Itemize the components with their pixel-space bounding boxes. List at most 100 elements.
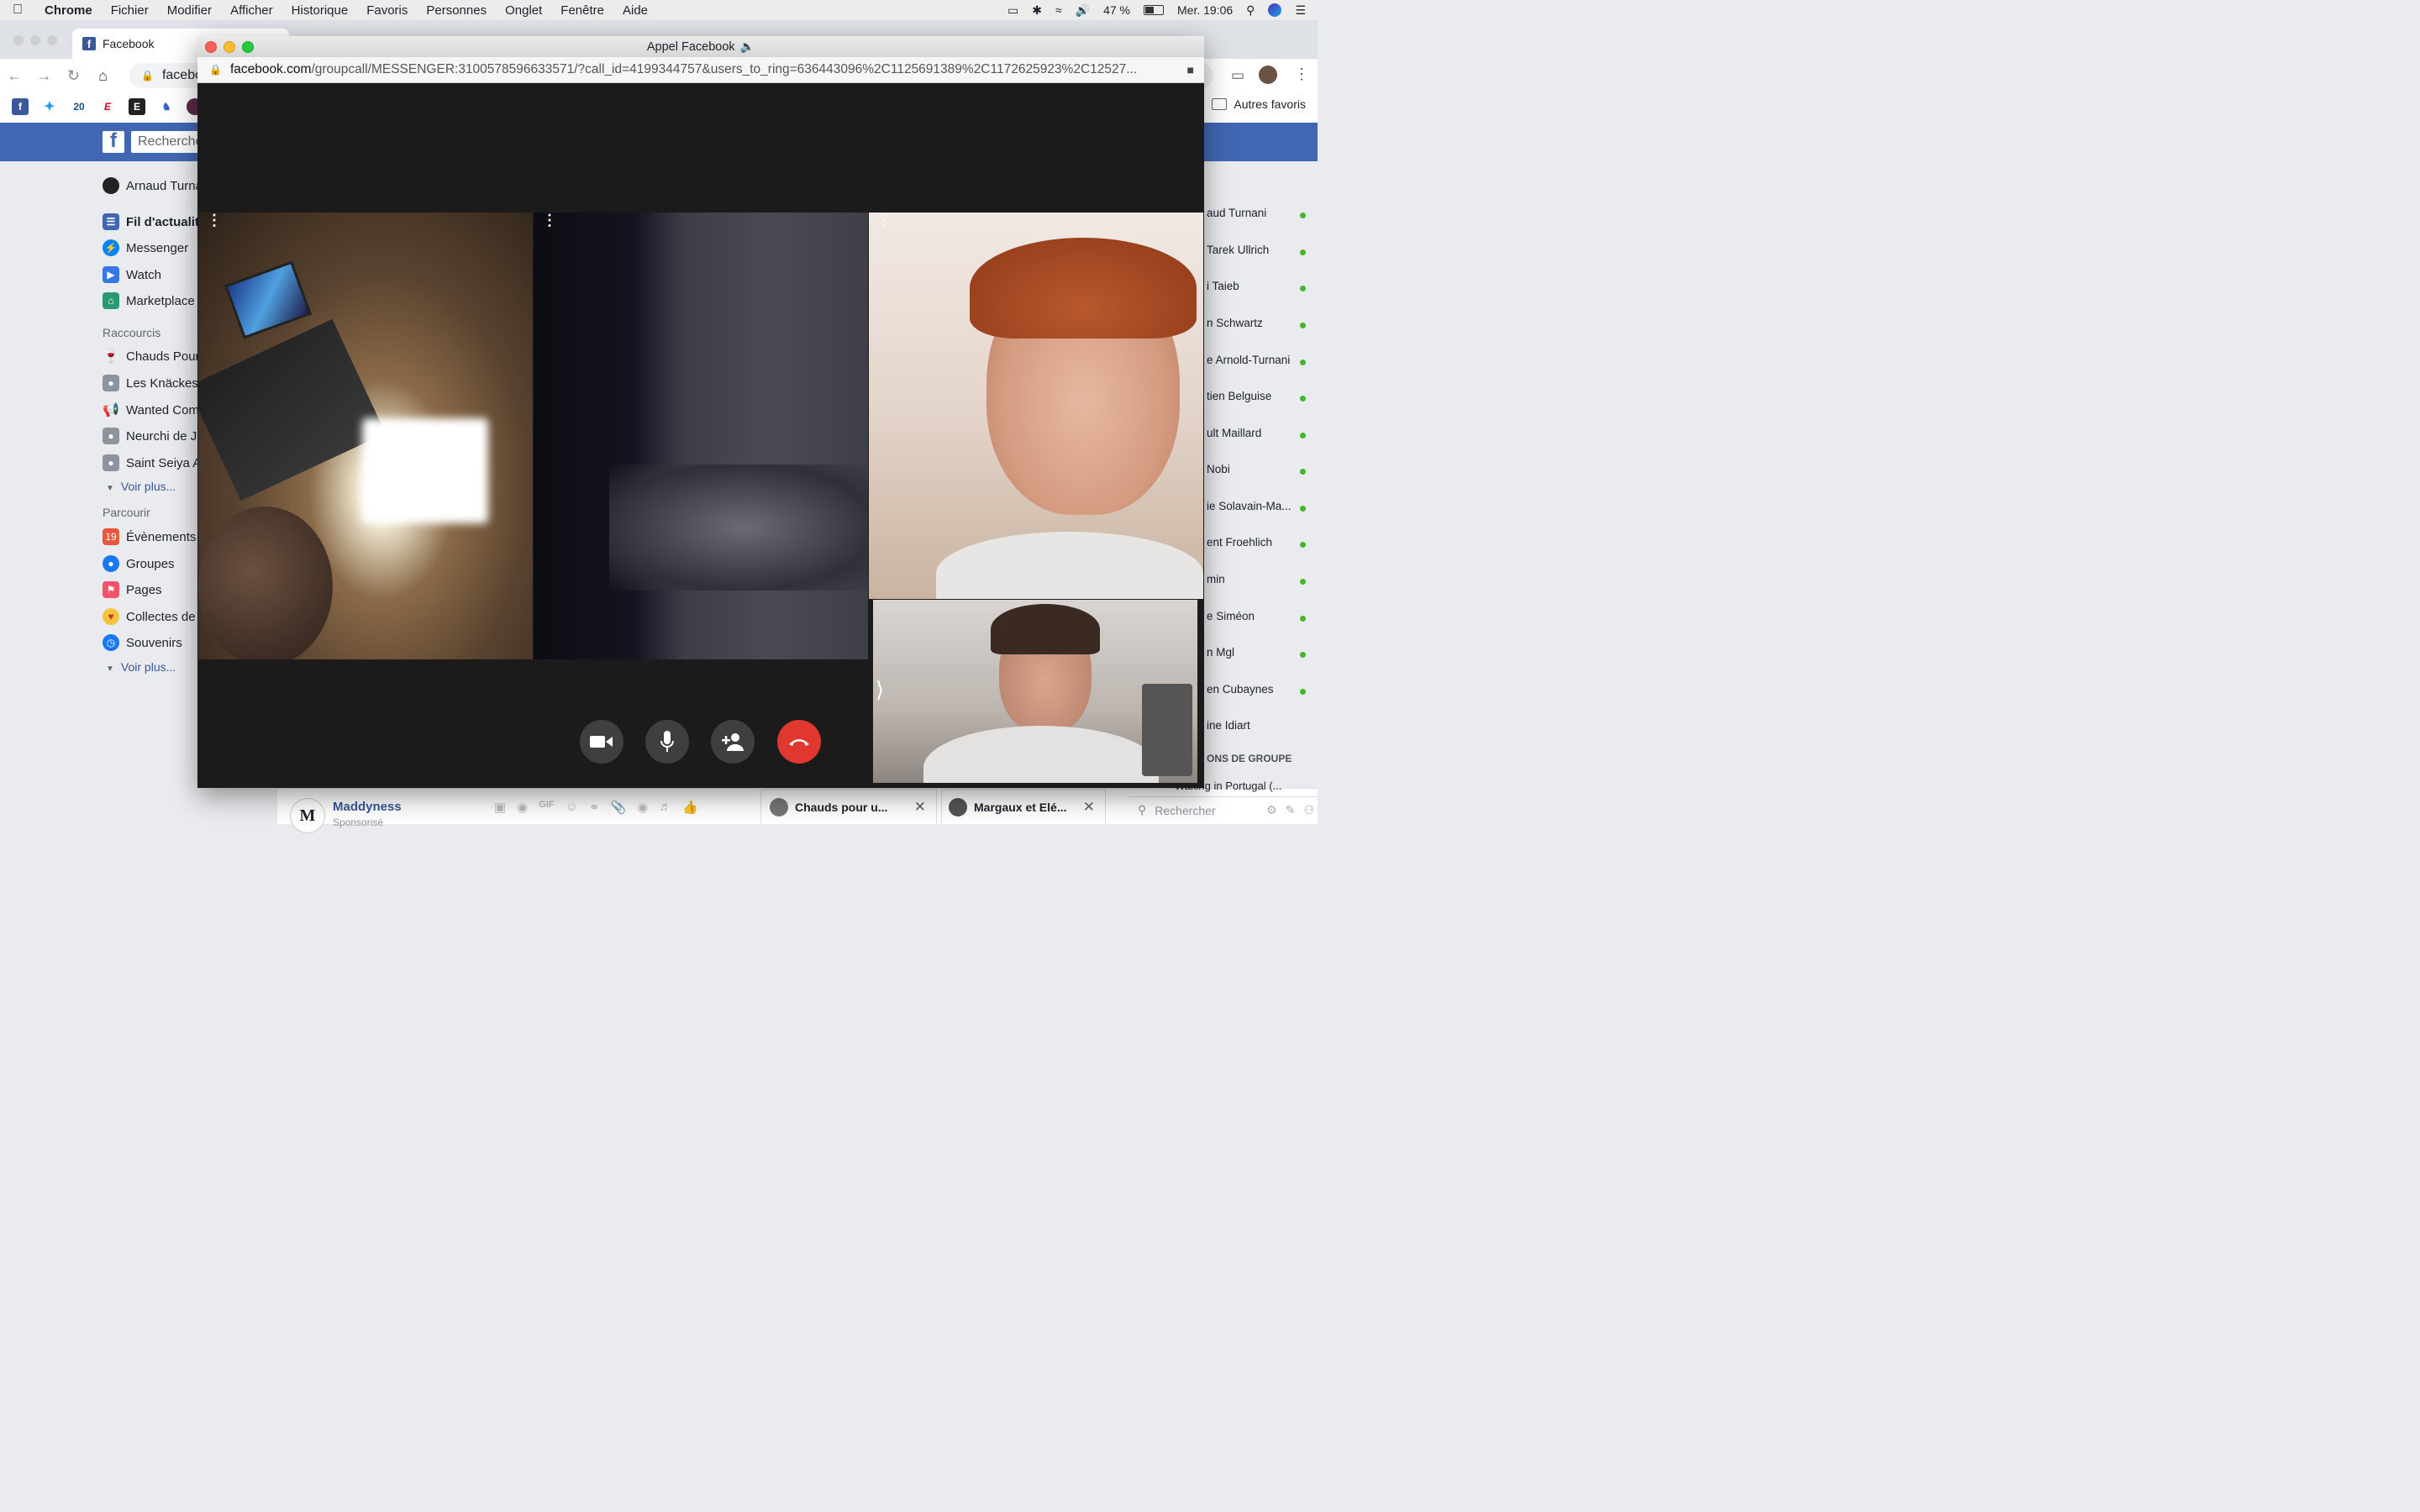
window-minimize-button[interactable] — [30, 35, 40, 45]
close-icon[interactable]: ✕ — [914, 799, 926, 816]
audio-icon[interactable]: ♬ — [659, 800, 671, 815]
participant-video-1[interactable]: ⋮ — [198, 213, 533, 659]
participant-options-icon[interactable]: ⋮ — [207, 213, 222, 228]
maddyness-logo[interactable]: M — [290, 798, 325, 833]
contact-item[interactable]: ine Idiart — [1207, 719, 1250, 732]
menu-onglet[interactable]: Onglet — [496, 3, 551, 18]
contact-item[interactable]: ie Solavain-Ma... — [1207, 500, 1292, 512]
menu-app-chrome[interactable]: Chrome — [35, 3, 102, 18]
notification-center-icon[interactable]: ☰ — [1295, 3, 1306, 18]
reload-icon[interactable]: ↻ — [59, 67, 88, 85]
apple-menu-icon[interactable]:  — [0, 3, 35, 18]
sticker-icon[interactable]: ◉ — [517, 800, 528, 815]
forward-arrow-icon[interactable]: → — [29, 67, 59, 85]
volume-icon[interactable]: 🔊 — [1076, 3, 1090, 18]
menu-afficher[interactable]: Afficher — [221, 3, 282, 18]
shortcut-item[interactable]: ● Les Knäckes — [103, 375, 198, 391]
call-url-bar[interactable]: 🔒 facebook.com/groupcall/MESSENGER:31005… — [197, 57, 1204, 83]
bluetooth-icon[interactable]: ✱ — [1032, 3, 1042, 18]
back-arrow-icon[interactable]: ← — [0, 67, 29, 85]
menu-fenetre[interactable]: Fenêtre — [551, 3, 613, 18]
shortcut-item[interactable]: ● Neurchi de Je — [103, 428, 204, 444]
paperclip-icon[interactable]: 📎 — [611, 800, 627, 815]
nav-messenger[interactable]: ⚡ Messenger — [103, 239, 188, 256]
menu-favoris[interactable]: Favoris — [357, 3, 417, 18]
cast-icon[interactable]: ▭ — [1231, 67, 1244, 84]
contact-item[interactable]: e Arnold-Turnani — [1207, 354, 1290, 366]
emoji-icon[interactable]: ☺ — [566, 800, 578, 815]
bookmark-facebook-icon[interactable]: f — [12, 98, 29, 115]
new-message-icon[interactable]: ✎ — [1286, 803, 1296, 817]
shortcut-item[interactable]: 🍷 Chauds Pour — [103, 348, 200, 365]
contact-item[interactable]: Tarek Ullrich — [1207, 244, 1269, 256]
profile-avatar[interactable] — [1259, 66, 1277, 84]
bookmark-20minutes-icon[interactable]: 20 — [71, 98, 87, 115]
explore-item[interactable]: ● Groupes — [103, 555, 175, 572]
profile-link[interactable]: Arnaud Turna — [103, 177, 203, 194]
siri-icon[interactable] — [1268, 3, 1282, 17]
add-person-button[interactable] — [711, 720, 755, 764]
add-people-icon[interactable]: ⚇ — [1303, 803, 1318, 817]
photo-icon[interactable]: ▣ — [494, 800, 506, 815]
participant-options-icon[interactable]: ⋮ — [877, 213, 892, 228]
chat-search-bar[interactable]: ⚲ Rechercher ⚙ ✎ ⚇ — [1129, 796, 1318, 823]
contact-item[interactable]: n Mgl — [1207, 646, 1234, 659]
self-view-video[interactable] — [873, 600, 1197, 783]
nav-news-feed[interactable]: ☰ Fil d'actualité — [103, 213, 206, 230]
window-zoom-button[interactable] — [47, 35, 57, 45]
participant-options-icon[interactable]: ⋮ — [542, 213, 557, 228]
nav-marketplace[interactable]: ⌂ Marketplace — [103, 292, 195, 309]
toggle-mic-button[interactable] — [645, 720, 689, 764]
contact-item[interactable]: ent Froehlich — [1207, 536, 1272, 549]
explore-item[interactable]: 19 Évènements — [103, 528, 196, 545]
contact-item[interactable]: en Cubaynes — [1207, 683, 1274, 696]
participant-video-2[interactable]: ⋮ — [534, 213, 868, 659]
contact-item[interactable]: tien Belguise — [1207, 390, 1271, 402]
call-close-button[interactable] — [205, 41, 217, 53]
bookmark-e-icon[interactable]: E — [129, 98, 145, 115]
home-icon[interactable]: ⌂ — [88, 67, 118, 85]
chrome-menu-icon[interactable]: ⋮ — [1294, 66, 1309, 83]
explore-item[interactable]: ◷ Souvenirs — [103, 634, 182, 651]
call-zoom-button[interactable] — [242, 41, 254, 53]
battery-icon[interactable] — [1144, 5, 1165, 15]
contact-item[interactable]: n Schwartz — [1207, 317, 1263, 329]
airplay-icon[interactable]: ▭ — [1007, 3, 1018, 18]
close-icon[interactable]: ✕ — [1083, 799, 1095, 816]
menu-personnes[interactable]: Personnes — [417, 3, 496, 18]
contact-item[interactable]: e Siméon — [1207, 610, 1255, 622]
toggle-video-button[interactable] — [580, 720, 623, 764]
bookmark-horse-icon[interactable]: ♞ — [158, 98, 175, 115]
bookmark-equipe-icon[interactable]: E — [99, 98, 116, 115]
shortcut-item[interactable]: ● Saint Seiya A — [103, 454, 201, 471]
chat-tab-2[interactable]: Margaux et Elé... ✕ — [941, 790, 1106, 823]
wifi-icon[interactable]: ≈ — [1055, 3, 1062, 17]
explore-see-more[interactable]: ▼ Voir plus... — [106, 660, 176, 674]
end-call-button[interactable] — [777, 720, 821, 764]
participant-video-3[interactable]: ⋮ — [869, 213, 1203, 599]
spotlight-search-icon[interactable]: ⚲ — [1246, 3, 1255, 18]
like-thumb-icon[interactable]: 👍 — [682, 800, 698, 815]
contact-item[interactable]: aud Turnani — [1207, 207, 1266, 219]
menu-aide[interactable]: Aide — [613, 3, 657, 18]
explore-item[interactable]: ⚑ Pages — [103, 581, 162, 598]
call-minimize-button[interactable] — [224, 41, 235, 53]
contact-item[interactable]: Nobi — [1207, 463, 1230, 475]
contact-item[interactable]: i Taieb — [1207, 280, 1239, 292]
self-view-toggle-chevron-icon[interactable]: ⟩ — [876, 677, 884, 703]
menu-fichier[interactable]: Fichier — [102, 3, 158, 18]
menubar-clock[interactable]: Mer. 19:06 — [1177, 3, 1233, 17]
other-bookmarks[interactable]: Autres favoris — [1212, 97, 1306, 111]
gif-icon[interactable]: GIF — [539, 800, 554, 815]
bookmark-twitter-icon[interactable]: ✦ — [41, 98, 58, 115]
shortcut-item[interactable]: 📢 Wanted Com — [103, 402, 199, 418]
menu-historique[interactable]: Historique — [282, 3, 358, 18]
gear-icon[interactable]: ⚙ — [1266, 803, 1277, 817]
ad-page-name[interactable]: Maddyness — [333, 800, 402, 814]
window-close-button[interactable] — [13, 35, 24, 45]
attach-icon[interactable]: ⚭ — [589, 800, 600, 815]
nav-watch[interactable]: ▶ Watch — [103, 266, 161, 283]
chat-tab-1[interactable]: Chauds pour u... ✕ — [760, 790, 937, 823]
explore-item[interactable]: ♥ Collectes de — [103, 608, 196, 625]
battery-percent[interactable]: 47 % — [1103, 3, 1130, 17]
